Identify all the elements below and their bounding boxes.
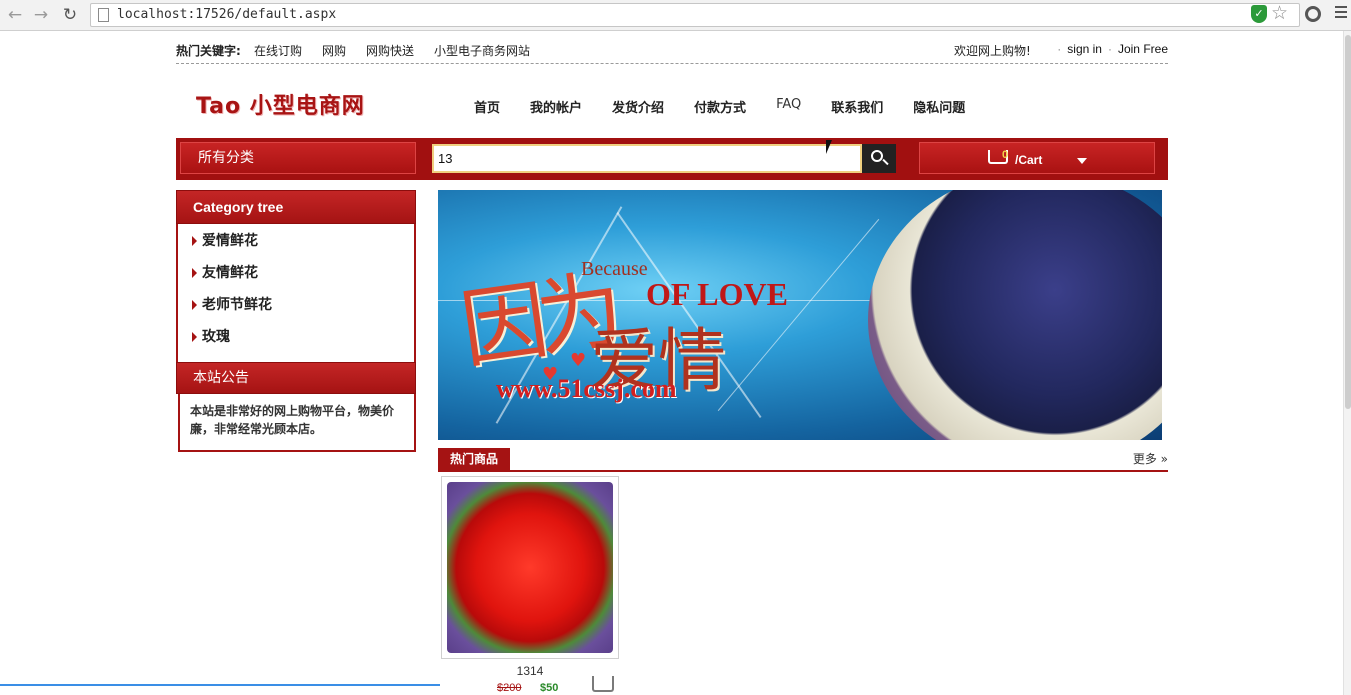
product-image[interactable] [447,482,613,653]
reload-icon[interactable]: ↻ [59,4,81,26]
page-scrollbar[interactable] [1343,31,1351,695]
category-list: 爱情鲜花 友情鲜花 老师节鲜花 玫瑰 [176,224,416,362]
bullet-icon: · [1057,42,1062,56]
forward-icon[interactable]: → [30,4,52,26]
category-item[interactable]: 老师节鲜花 [190,294,414,326]
search-button[interactable] [862,144,896,173]
category-tree-title: Category tree [176,190,416,224]
all-categories-button[interactable]: 所有分类 [180,142,416,174]
more-link[interactable]: 更多 » [1133,450,1168,467]
page-load-progress [0,684,440,686]
category-item[interactable]: 玫瑰 [190,326,414,358]
product-new-price: $50 [540,682,559,694]
notice-text: 本站是非常好的网上购物平台，物美价廉，非常经常光顾本店。 [178,394,416,452]
site-logo[interactable]: Tao 小型电商网 [196,88,365,120]
cart-count: 0 [1002,149,1009,161]
cart-label: /Cart [1015,153,1043,167]
add-to-cart-icon[interactable] [592,676,614,692]
bookmark-star-icon[interactable]: ☆ [1271,2,1288,24]
page-icon [98,8,109,22]
scrollbar-thumb[interactable] [1345,35,1351,409]
hot-products-tab[interactable]: 热门商品 [438,448,510,471]
browser-toolbar: ← → ↻ localhost:17526/default.aspx ✓ ☆ [0,0,1351,31]
product-old-price: $200 [497,682,522,694]
category-item[interactable]: 友情鲜花 [190,262,414,294]
promo-banner[interactable]: 因为 Because OF LOVE 爱情 ♥ ♥ www.51cssj.com [438,190,1162,440]
cart-button[interactable]: 0 /Cart [919,142,1155,174]
hot-keyword-link[interactable]: 小型电子商务网站 [434,42,530,59]
sign-in-link[interactable]: sign in [1067,42,1102,56]
triangle-right-icon [192,236,197,246]
address-text[interactable]: localhost:17526/default.aspx [117,7,336,22]
hot-keyword-link[interactable]: 网购快送 [366,42,414,59]
mouse-cursor [826,140,832,154]
banner-site-url: www.51cssj.com [496,374,677,403]
hot-keywords-label: 热门关键字: [176,44,241,58]
join-free-link[interactable]: Join Free [1118,42,1168,56]
category-item[interactable]: 爱情鲜花 [190,230,414,262]
heart-icon: ♥ [570,350,587,371]
nav-faq[interactable]: FAQ [776,97,801,116]
bullet-icon: · [1107,42,1112,56]
sidebar: Category tree 爱情鲜花 友情鲜花 老师节鲜花 玫瑰 本站公告 本站… [176,190,416,452]
triangle-right-icon [192,268,197,278]
extension-icon[interactable] [1305,6,1321,22]
menu-icon[interactable] [1335,6,1347,21]
nav-contact[interactable]: 联系我们 [831,97,883,116]
chevron-down-icon[interactable] [1077,158,1087,164]
bouquet-image [868,190,1162,440]
search-input[interactable] [432,144,862,173]
nav-home[interactable]: 首页 [474,97,500,116]
hot-keyword-links: 在线订购 网购 网购快送 小型电子商务网站 [254,42,530,59]
search-bar: 所有分类 0 /Cart [176,138,1168,180]
nav-my-account[interactable]: 我的帐户 [530,97,582,116]
user-links: · sign in · Join Free [1057,42,1168,56]
address-bar[interactable]: localhost:17526/default.aspx [90,3,1300,27]
hot-products-header: 热门商品 更多 » [438,448,1168,472]
nav-privacy[interactable]: 隐私问题 [913,97,965,116]
hot-keyword-link[interactable]: 在线订购 [254,42,302,59]
shield-icon[interactable]: ✓ [1251,5,1267,23]
banner-title-en: Because [581,258,648,280]
main-nav: 首页 我的帐户 发货介绍 付款方式 FAQ 联系我们 隐私问题 [474,97,995,116]
search-icon [871,150,883,162]
notice-title: 本站公告 [176,362,416,394]
product-card[interactable] [441,476,619,659]
triangle-right-icon [192,300,197,310]
welcome-text: 欢迎网上购物! [954,44,1031,58]
triangle-right-icon [192,332,197,342]
nav-payment[interactable]: 付款方式 [694,97,746,116]
top-keyword-bar: 热门关键字: 在线订购 网购 网购快送 小型电子商务网站 欢迎网上购物! · s… [176,38,1168,64]
hot-keyword-link[interactable]: 网购 [322,42,346,59]
nav-shipping[interactable]: 发货介绍 [612,97,664,116]
back-icon[interactable]: ← [4,4,26,26]
